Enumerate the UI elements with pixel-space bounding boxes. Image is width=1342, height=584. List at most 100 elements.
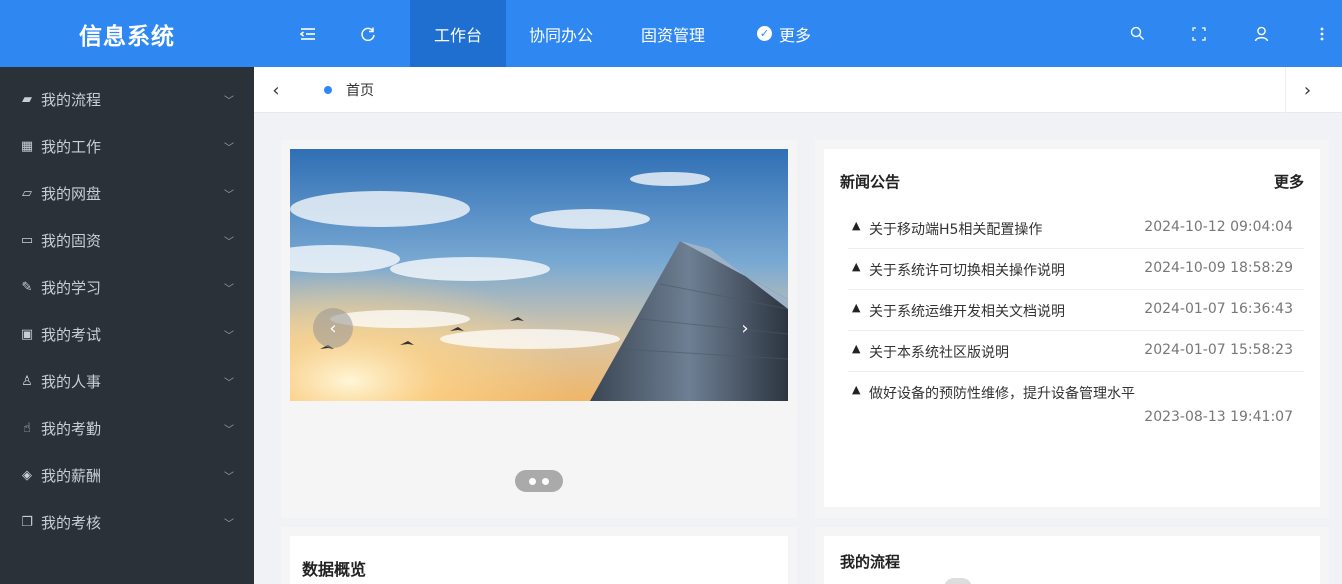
overview-title: 数据概览 [302, 560, 367, 579]
news-item-title: 做好设备的预防性维修，提升设备管理水平 [869, 386, 1135, 402]
nav-collaboration[interactable]: 协同办公 [514, 0, 608, 67]
news-item-date: 2024-01-07 16:36:43 [1144, 301, 1293, 317]
tab-scroll-right-icon[interactable]: › [1285, 67, 1329, 113]
edit-icon: ✎ [21, 280, 33, 295]
copy-icon: ❐ [21, 515, 33, 530]
overview-card: 数据概览 [290, 536, 788, 584]
news-item-date: 2024-01-07 15:58:23 [1144, 342, 1293, 358]
sidebar-item-hr[interactable]: ♙ 我的人事 ﹀ [0, 358, 254, 405]
sidebar-item-process[interactable]: ▰ 我的流程 ﹀ [0, 76, 254, 123]
chevron-down-icon: ﹀ [224, 284, 234, 295]
chevron-down-icon: ﹀ [224, 237, 234, 248]
check-circle-icon: ✓ [756, 26, 772, 41]
tab-bar: ‹ 首页 › [254, 67, 1342, 113]
sidebar-item-work[interactable]: ▦ 我的工作 ﹀ [0, 123, 254, 170]
news-item[interactable]: ▲ 关于移动端H5相关配置操作 2024-10-12 09:04:04 [848, 208, 1304, 249]
nav-workbench-label: 工作台 [433, 25, 482, 45]
chevron-down-icon: ﹀ [224, 96, 234, 107]
overview-panel: 数据概览 [281, 527, 797, 584]
sidebar-item-assets[interactable]: ▭ 我的固资 ﹀ [0, 217, 254, 264]
top-header: 信息系统 工作台 协同办公 固资管理 ✓ 更多 [0, 0, 1342, 67]
myflow-title: 我的流程 [840, 553, 901, 571]
myflow-card: 我的流程 [824, 536, 1320, 584]
news-more-link[interactable]: 更多 [1274, 171, 1304, 192]
hand-pointer-icon: ☝ [23, 421, 31, 436]
nav-assets-label: 固资管理 [640, 25, 705, 45]
chevron-down-icon: ﹀ [224, 190, 234, 201]
sidebar-item-label: 我的考试 [41, 326, 102, 344]
pin-top-icon: ▲ [852, 219, 861, 232]
tab-scroll-left-icon[interactable]: ‹ [254, 67, 298, 113]
news-item-date: 2024-10-12 09:04:04 [1144, 219, 1293, 235]
sidebar-item-salary[interactable]: ◈ 我的薪酬 ﹀ [0, 452, 254, 499]
nav-more[interactable]: ✓ 更多 [738, 0, 830, 67]
news-item-title: 关于本系统社区版说明 [869, 345, 1009, 361]
search-icon[interactable] [1117, 0, 1157, 67]
refresh-icon[interactable] [348, 0, 388, 67]
news-item-title: 关于系统运维开发相关文档说明 [869, 304, 1065, 320]
sidebar-item-label: 我的工作 [41, 138, 102, 156]
news-card: 新闻公告 更多 ▲ 关于移动端H5相关配置操作 2024-10-12 09:04… [824, 149, 1320, 507]
sidebar-item-netdisk[interactable]: ▱ 我的网盘 ﹀ [0, 170, 254, 217]
sidebar-item-label: 我的考勤 [41, 420, 102, 438]
more-vertical-icon[interactable] [1302, 0, 1342, 67]
person-icon: ♙ [21, 374, 33, 389]
news-item[interactable]: ▲ 关于系统许可切换相关操作说明 2024-10-09 18:58:29 [848, 249, 1304, 290]
sidebar-item-label: 我的固资 [41, 232, 102, 250]
news-item-title: 关于系统许可切换相关操作说明 [869, 263, 1065, 279]
diamond-icon: ◈ [22, 468, 32, 483]
exam-icon: ▣ [20, 327, 34, 342]
book-icon: ▰ [22, 92, 32, 107]
nav-more-label: 更多 [778, 25, 811, 45]
news-item[interactable]: ▲ 做好设备的预防性维修，提升设备管理水平 2023-08-13 19:41:0… [848, 372, 1304, 432]
calendar-icon: ▦ [20, 139, 34, 154]
tab-home[interactable]: 首页 [324, 67, 374, 113]
chevron-down-icon: ﹀ [224, 143, 234, 154]
nav-workbench[interactable]: 工作台 [410, 0, 506, 67]
news-item-title: 关于移动端H5相关配置操作 [869, 222, 1043, 238]
indicator-dot[interactable] [542, 477, 549, 485]
menu-fold-icon[interactable] [288, 0, 328, 67]
sidebar-item-label: 我的网盘 [41, 185, 102, 203]
sidebar-item-label: 我的学习 [41, 279, 102, 297]
chevron-down-icon: ﹀ [224, 519, 234, 530]
sidebar-item-exam[interactable]: ▣ 我的考试 ﹀ [0, 311, 254, 358]
chevron-down-icon: ﹀ [224, 378, 234, 389]
sidebar-item-label: 我的流程 [41, 91, 102, 109]
chevron-down-icon: ﹀ [224, 425, 234, 436]
sidebar-item-label: 我的考核 [41, 514, 102, 532]
sidebar-item-label: 我的薪酬 [41, 467, 102, 485]
sidebar-item-study[interactable]: ✎ 我的学习 ﹀ [0, 264, 254, 311]
sidebar-item-assessment[interactable]: ❐ 我的考核 ﹀ [0, 499, 254, 546]
carousel-indicator[interactable] [515, 470, 563, 492]
chevron-down-icon: ﹀ [224, 331, 234, 342]
pin-top-icon: ▲ [852, 260, 861, 273]
chevron-down-icon: ﹀ [224, 472, 234, 483]
sidebar-item-attendance[interactable]: ☝ 我的考勤 ﹀ [0, 405, 254, 452]
myflow-panel: 我的流程 [815, 527, 1329, 584]
fullscreen-icon[interactable] [1179, 0, 1219, 67]
pin-top-icon: ▲ [852, 383, 861, 396]
carousel-image: ‹ › [290, 149, 788, 401]
myflow-icon [944, 578, 972, 584]
user-icon[interactable] [1241, 0, 1281, 67]
active-dot-icon [324, 86, 332, 94]
nav-collaboration-label: 协同办公 [528, 25, 593, 45]
tab-home-label: 首页 [346, 83, 374, 99]
news-item[interactable]: ▲ 关于本系统社区版说明 2024-01-07 15:58:23 [848, 331, 1304, 372]
news-title: 新闻公告 [840, 173, 901, 191]
carousel-prev-icon[interactable]: ‹ [313, 308, 353, 348]
indicator-dot[interactable] [529, 477, 536, 485]
news-item-date: 2024-10-09 18:58:29 [1144, 260, 1293, 276]
sidebar-item-label: 我的人事 [41, 373, 102, 391]
pin-top-icon: ▲ [852, 301, 861, 314]
news-item[interactable]: ▲ 关于系统运维开发相关文档说明 2024-01-07 16:36:43 [848, 290, 1304, 331]
news-panel: 新闻公告 更多 ▲ 关于移动端H5相关配置操作 2024-10-12 09:04… [815, 140, 1329, 518]
news-item-date: 2023-08-13 19:41:07 [1144, 409, 1293, 425]
sidebar: ▰ 我的流程 ﹀ ▦ 我的工作 ﹀ ▱ 我的网盘 ﹀ ▭ 我的固资 ﹀ ✎ 我的… [0, 67, 254, 584]
carousel-panel: ‹ › [281, 140, 797, 518]
carousel-next-icon[interactable]: › [725, 308, 765, 348]
folder-open-icon: ▱ [22, 186, 32, 201]
nav-assets[interactable]: 固资管理 [626, 0, 720, 67]
credit-card-icon: ▭ [20, 233, 34, 248]
